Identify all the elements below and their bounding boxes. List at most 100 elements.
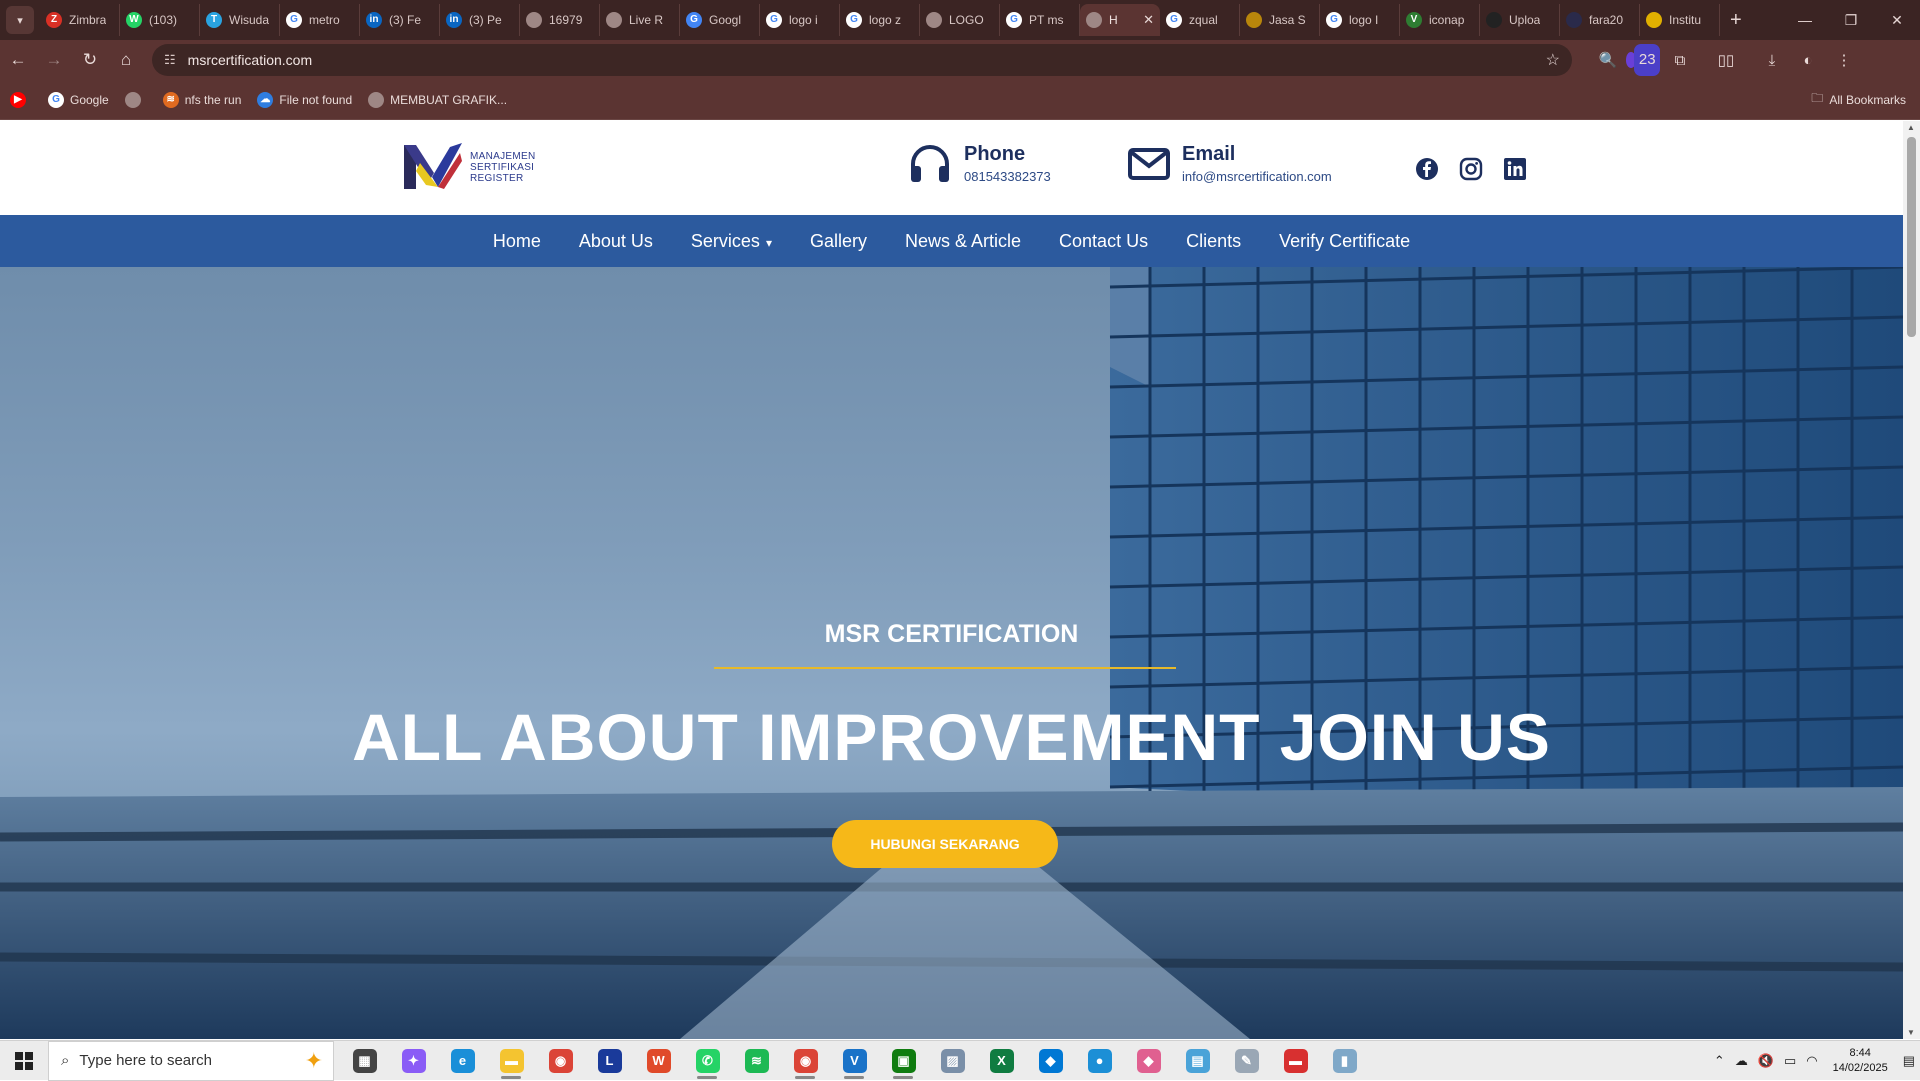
bookmark-item[interactable]: ≋ nfs the run: [162, 91, 241, 108]
browser-tab[interactable]: Jasa S: [1240, 4, 1320, 36]
battery-icon[interactable]: ▭: [1784, 1053, 1796, 1069]
taskbar-app-app-diamond[interactable]: ◆: [1124, 1041, 1173, 1081]
bookmark-item[interactable]: MEMBUAT GRAFIK...: [368, 91, 507, 108]
bookmark-item[interactable]: G Google: [48, 91, 109, 108]
nav-home[interactable]: Home: [493, 231, 541, 252]
tab-close-icon[interactable]: ✕: [1143, 12, 1154, 28]
address-text[interactable]: msrcertification.com: [188, 52, 312, 68]
bookmark-item[interactable]: [124, 91, 147, 108]
taskbar-app-terminal[interactable]: ▣: [879, 1041, 928, 1081]
browser-tab[interactable]: fara20: [1560, 4, 1640, 36]
nav-contact-us[interactable]: Contact Us: [1059, 231, 1148, 252]
download-icon[interactable]: ⤓: [1754, 44, 1790, 76]
browser-tab[interactable]: Institu: [1640, 4, 1720, 36]
taskbar-app-excel[interactable]: X: [977, 1041, 1026, 1081]
nav-gallery[interactable]: Gallery: [810, 231, 867, 252]
email-address[interactable]: info@msrcertification.com: [1182, 169, 1332, 184]
taskbar-app-app-blue[interactable]: ●: [1075, 1041, 1124, 1081]
email-contact[interactable]: Email info@msrcertification.com: [1128, 143, 1332, 184]
minimize-button[interactable]: —: [1782, 0, 1828, 40]
instagram-icon[interactable]: [1459, 157, 1483, 186]
profile-avatar[interactable]: ◐: [1790, 44, 1826, 76]
restore-button[interactable]: ❐: [1828, 0, 1874, 40]
home-button[interactable]: ⌂: [108, 42, 144, 78]
search-lens-icon[interactable]: 🔍: [1590, 44, 1626, 76]
browser-tab[interactable]: W (103): [120, 4, 200, 36]
nav-services[interactable]: Services ▾: [691, 231, 772, 252]
browser-tab[interactable]: LOGO: [920, 4, 1000, 36]
phone-number[interactable]: 081543382373: [964, 169, 1051, 184]
nav-news-article[interactable]: News & Article: [905, 231, 1021, 252]
bookmark-star-icon[interactable]: ☆: [1546, 50, 1560, 70]
browser-tab[interactable]: 16979: [520, 4, 600, 36]
taskbar-app-app-tool[interactable]: ✎: [1222, 1041, 1271, 1081]
taskbar-app-vs[interactable]: V: [830, 1041, 879, 1081]
back-button[interactable]: ←: [0, 42, 36, 78]
clock[interactable]: 8:44 14/02/2025: [1833, 1046, 1888, 1076]
address-bar[interactable]: ☷ msrcertification.com ☆: [152, 44, 1572, 76]
browser-tab[interactable]: in (3) Fe: [360, 4, 440, 36]
notification-icon[interactable]: ▤: [1903, 1053, 1915, 1069]
reload-button[interactable]: ↻: [72, 42, 108, 78]
taskbar-app-file-explorer[interactable]: ▬: [487, 1041, 536, 1081]
forward-button[interactable]: →: [36, 42, 72, 78]
linkedin-icon[interactable]: [1503, 157, 1527, 186]
browser-tab[interactable]: Gzqual: [1160, 4, 1240, 36]
browser-tab[interactable]: Live R: [600, 4, 680, 36]
browser-tab[interactable]: Glogo I: [1320, 4, 1400, 36]
taskbar-app-photos[interactable]: ▨: [928, 1041, 977, 1081]
browser-tab[interactable]: Z Zimbra: [40, 4, 120, 36]
browser-tab[interactable]: G Googl: [680, 4, 760, 36]
reading-mode-icon[interactable]: ▯▯: [1708, 44, 1744, 76]
browser-tab[interactable]: G PT ms: [1000, 4, 1080, 36]
wifi-icon[interactable]: ◠: [1806, 1053, 1817, 1069]
taskbar-search-box[interactable]: ⌕ Type here to search ✦: [48, 1040, 334, 1081]
facebook-icon[interactable]: [1415, 157, 1439, 186]
page-scrollbar[interactable]: ▲ ▼: [1903, 121, 1920, 1039]
taskbar-app-whatsapp[interactable]: ✆: [683, 1041, 732, 1081]
bookmark-item[interactable]: ▶: [10, 91, 32, 108]
nav-clients[interactable]: Clients: [1186, 231, 1241, 252]
scrollbar-thumb[interactable]: [1907, 137, 1916, 337]
tray-overflow-icon[interactable]: ⌃: [1714, 1053, 1725, 1069]
scroll-down-arrow-icon[interactable]: ▼: [1907, 1028, 1915, 1037]
new-tab-button[interactable]: +: [1730, 9, 1742, 32]
taskbar-app-app-flag[interactable]: ▬: [1271, 1041, 1320, 1081]
taskbar-app-spotify[interactable]: ≋: [732, 1041, 781, 1081]
browser-tab[interactable]: Glogo i: [760, 4, 840, 36]
browser-tab[interactable]: Gmetro: [280, 4, 360, 36]
taskbar-app-chrome[interactable]: ◉: [536, 1041, 585, 1081]
taskbar-app-copilot[interactable]: ✦: [389, 1041, 438, 1081]
nav-about-us[interactable]: About Us: [579, 231, 653, 252]
taskbar-app-chrome-profile[interactable]: ◉: [781, 1041, 830, 1081]
taskbar-app-l-app[interactable]: L: [585, 1041, 634, 1081]
nav-verify-certificate[interactable]: Verify Certificate: [1279, 231, 1410, 252]
scroll-up-arrow-icon[interactable]: ▲: [1907, 123, 1915, 132]
site-logo[interactable]: MANAJEMEN SERTIFIKASI REGISTER: [402, 139, 535, 195]
contact-now-button[interactable]: HUBUNGI SEKARANG: [832, 820, 1058, 868]
phone-contact[interactable]: Phone 081543382373: [908, 143, 1051, 184]
browser-tab[interactable]: Uploa: [1480, 4, 1560, 36]
browser-tab[interactable]: Glogo z: [840, 4, 920, 36]
onedrive-icon[interactable]: ☁: [1735, 1053, 1748, 1069]
site-info-icon[interactable]: ☷: [164, 52, 176, 68]
volume-muted-icon[interactable]: 🔇: [1758, 1053, 1774, 1069]
tab-active[interactable]: H ✕: [1080, 4, 1160, 36]
extension-icon[interactable]: 23: [1626, 44, 1662, 76]
taskbar-app-vscode[interactable]: ◆: [1026, 1041, 1075, 1081]
taskbar-app-edge[interactable]: e: [438, 1041, 487, 1081]
browser-tab[interactable]: T Wisuda: [200, 4, 280, 36]
browser-tab[interactable]: in (3) Pe: [440, 4, 520, 36]
puzzle-icon[interactable]: ⧉: [1662, 44, 1698, 76]
browser-tab[interactable]: Viconap: [1400, 4, 1480, 36]
taskbar-app-app-doc[interactable]: ▮: [1320, 1041, 1369, 1081]
tab-search-button[interactable]: ▾: [6, 6, 34, 34]
taskbar-app-task-view[interactable]: ▦: [340, 1041, 389, 1081]
bookmark-item[interactable]: ☁ File not found: [257, 91, 352, 108]
menu-icon[interactable]: ⋮: [1826, 44, 1862, 76]
taskbar-app-app-screen[interactable]: ▤: [1173, 1041, 1222, 1081]
close-window-button[interactable]: ✕: [1874, 0, 1920, 40]
taskbar-app-wps[interactable]: W: [634, 1041, 683, 1081]
all-bookmarks-button[interactable]: 🗀 All Bookmarks: [1811, 89, 1906, 110]
start-button[interactable]: [0, 1041, 48, 1081]
